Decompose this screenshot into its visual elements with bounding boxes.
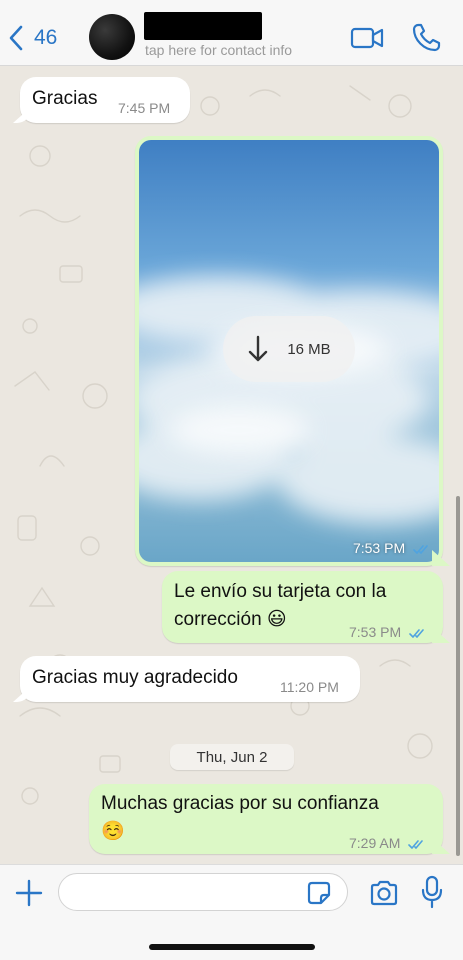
image-message[interactable]: 16 MB 7:53 PM: [135, 136, 443, 566]
download-arrow-icon: [249, 335, 268, 362]
message-input[interactable]: [58, 873, 348, 911]
attach-button[interactable]: [14, 878, 44, 908]
download-button[interactable]: 16 MB: [223, 316, 355, 382]
message-time: 11:20 PM: [280, 679, 339, 695]
message-text: Gracias muy agradecido: [32, 667, 238, 688]
message-time: 7:53 PM: [353, 540, 431, 556]
chat-scrollbar[interactable]: [456, 496, 460, 856]
message-input-bar: [0, 864, 463, 960]
chat-header: 46 tap here for contact info: [0, 0, 463, 66]
message-time: 7:45 PM: [118, 100, 171, 116]
contact-info-hint[interactable]: tap here for contact info: [145, 42, 292, 58]
microphone-icon: [421, 875, 443, 909]
chevron-left-icon: [9, 25, 23, 51]
message-bubble-incoming[interactable]: Gracias 7:45 PM: [20, 77, 190, 123]
camera-icon: [370, 880, 398, 906]
phone-icon: [412, 23, 441, 52]
chat-area[interactable]: Gracias 7:45 PM 16 MB 7:53 PM Le envío s…: [0, 66, 463, 864]
read-receipt-icon: [409, 628, 424, 638]
read-receipt-icon: [408, 839, 424, 849]
message-time: 7:53 PM: [349, 619, 427, 645]
read-receipt-icon: [413, 544, 428, 554]
camera-button[interactable]: [368, 877, 400, 909]
message-text: Gracias: [32, 88, 98, 109]
voice-call-button[interactable]: [408, 20, 444, 56]
back-button[interactable]: 46: [8, 22, 57, 54]
message-bubble-outgoing[interactable]: Muchas gracias por su confianza ☺️ 7:29 …: [89, 784, 443, 854]
message-bubble-incoming[interactable]: Gracias muy agradecido 11:20 PM: [20, 656, 360, 702]
message-text-line-1: Muchas gracias por su confianza: [101, 793, 379, 814]
message-text-line-2: corrección 😃: [174, 609, 287, 630]
image-preview[interactable]: 16 MB 7:53 PM: [139, 140, 439, 562]
download-size: 16 MB: [287, 340, 331, 358]
voice-message-button[interactable]: [420, 874, 444, 910]
message-bubble-outgoing[interactable]: Le envío su tarjeta con la corrección 😃 …: [162, 571, 443, 643]
message-text-line-1: Le envío su tarjeta con la: [174, 581, 387, 602]
video-camera-icon: [350, 27, 384, 49]
message-time: 7:29 AM: [349, 830, 426, 856]
video-call-button[interactable]: [349, 20, 385, 56]
unread-count: 46: [34, 26, 58, 49]
contact-name-redacted[interactable]: [144, 12, 262, 40]
plus-icon: [15, 879, 43, 907]
sticker-icon: [307, 881, 331, 905]
home-indicator: [149, 944, 315, 950]
contact-avatar[interactable]: [89, 14, 135, 60]
sticker-button[interactable]: [306, 880, 332, 906]
message-text-line-2: ☺️: [101, 821, 125, 842]
date-divider: Thu, Jun 2: [170, 744, 294, 770]
